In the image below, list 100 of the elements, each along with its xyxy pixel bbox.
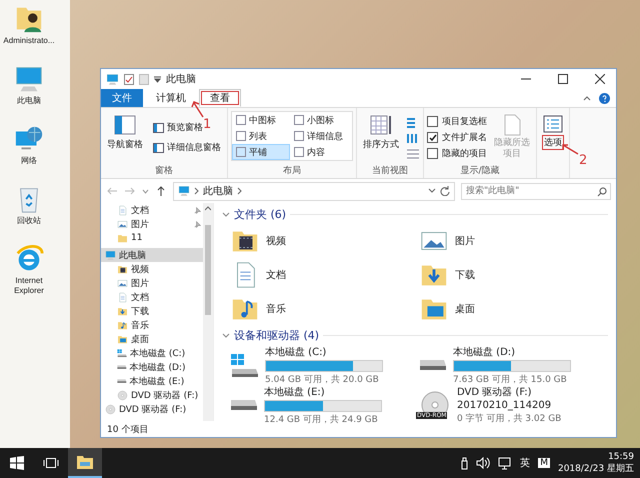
drive-name[interactable]: 本地磁盘 (C:) <box>265 344 383 358</box>
up-arrow-icon[interactable] <box>155 185 167 197</box>
pane-icon <box>153 142 164 152</box>
volume-label: 20170210_114209 <box>457 400 552 411</box>
free-space-text: 7.63 GB 可用，共 15.0 GB <box>453 374 568 386</box>
chevron-icon[interactable] <box>222 210 230 218</box>
desktop-icon-label[interactable]: 回收站 <box>17 216 41 226</box>
help-icon[interactable] <box>599 92 610 104</box>
refresh-icon[interactable] <box>440 186 450 196</box>
drive-name[interactable]: 本地磁盘 (D:) <box>453 344 571 358</box>
navigation-pane-button[interactable]: 导航窗格 <box>104 111 146 164</box>
chevron-icon[interactable] <box>222 332 230 340</box>
layout-option[interactable]: 平铺 <box>232 144 290 160</box>
desktop-icon-label[interactable]: Internet Explorer <box>0 276 58 296</box>
page-icon <box>503 114 521 136</box>
folder-label[interactable]: 下载 <box>455 268 475 282</box>
nav-item[interactable]: 图片 <box>101 217 203 231</box>
sort-button[interactable]: 排序方式 <box>360 111 402 164</box>
drive-name[interactable]: DVD 驱动器 (F:) <box>457 385 562 399</box>
drive-name[interactable]: 本地磁盘 (E:) <box>264 384 382 398</box>
checkbox[interactable]: 隐藏的项目 <box>427 147 487 160</box>
nav-item[interactable]: DVD 驱动器 (F:) <box>101 388 203 402</box>
checkbox[interactable]: 文件扩展名 <box>427 131 487 144</box>
scrollbar[interactable] <box>203 203 213 421</box>
fit-columns-icon <box>406 146 420 158</box>
nav-item[interactable]: DVD 驱动器 (F:) <box>101 402 203 416</box>
ribbon-tab[interactable]: 文件 <box>101 89 143 107</box>
options-button[interactable]: 选项 <box>540 111 566 178</box>
layout-option[interactable]: 小图标 <box>290 112 352 128</box>
annotation-arrow <box>561 143 579 155</box>
network-monitor-icon[interactable] <box>498 456 512 470</box>
folder-icon <box>117 232 128 244</box>
checkbox-box[interactable] <box>427 116 438 127</box>
windows-start-icon <box>10 456 24 470</box>
annotation-number: 1 <box>203 117 212 132</box>
clock[interactable]: 15:59 2018/2/23 星期五 <box>558 451 634 475</box>
ribbon-tab[interactable]: 计算机 <box>145 89 197 107</box>
search-field[interactable]: 搜索"此电脑" <box>461 182 611 200</box>
nav-item[interactable]: 本地磁盘 (C:) <box>101 346 203 360</box>
pane-icon <box>114 114 136 136</box>
checkbox-box[interactable] <box>427 148 438 159</box>
group-label: 布局 <box>282 164 302 178</box>
add-columns-icon <box>406 132 420 144</box>
computer-icon <box>106 72 119 86</box>
nav-item[interactable]: 视频 <box>101 262 203 276</box>
nav-item[interactable]: 11 <box>101 231 203 245</box>
nav-item[interactable]: 本地磁盘 (D:) <box>101 360 203 374</box>
sort-grid-icon <box>370 114 392 136</box>
folder-label[interactable]: 图片 <box>455 234 475 248</box>
ribbon-tab[interactable]: 查看 <box>199 89 241 107</box>
input-mode-indicator[interactable]: M <box>538 458 550 468</box>
nav-item[interactable]: 音乐 <box>101 318 203 332</box>
video-folder-icon <box>117 264 128 274</box>
collapse-ribbon-icon[interactable] <box>583 95 591 101</box>
taskbar-button[interactable] <box>68 448 102 478</box>
windows-drive-icon <box>230 352 259 378</box>
annotation-arrow <box>191 100 205 118</box>
scroll-up-icon[interactable] <box>205 206 211 211</box>
dropdown-chevron-icon[interactable] <box>428 188 436 194</box>
desktop-icon-label[interactable]: 网络 <box>21 156 37 166</box>
nav-item[interactable]: 图片 <box>101 276 203 290</box>
nav-item[interactable]: 文档 <box>101 290 203 304</box>
folder-label[interactable]: 文档 <box>266 268 286 282</box>
layout-option[interactable]: 详细信息 <box>290 128 352 144</box>
nav-item[interactable]: 文档 <box>101 203 203 217</box>
picture-icon <box>117 218 128 230</box>
nav-item[interactable]: 本地磁盘 (E:) <box>101 374 203 388</box>
folder-icon <box>77 455 93 469</box>
section-header[interactable]: 文件夹 (6) <box>234 207 286 222</box>
nav-item[interactable]: 此电脑 <box>101 248 203 262</box>
desktop-icon-label[interactable]: 此电脑 <box>17 96 41 106</box>
free-space-text: 12.4 GB 可用，共 24.9 GB <box>264 414 379 426</box>
folder-label[interactable]: 音乐 <box>266 302 286 316</box>
input-language-indicator[interactable]: 英 <box>520 456 530 470</box>
task-view-icon <box>43 457 59 469</box>
usb-icon[interactable] <box>461 456 468 470</box>
folder-label[interactable]: 视频 <box>266 234 286 248</box>
layout-option[interactable]: 中图标 <box>232 112 290 128</box>
maximize-icon[interactable] <box>558 74 568 84</box>
speaker-icon[interactable] <box>476 457 490 469</box>
breadcrumb-chevron-icon <box>237 187 242 195</box>
nav-item[interactable]: 下载 <box>101 304 203 318</box>
address-bar[interactable]: 此电脑 <box>173 182 455 200</box>
hard-drive-icon <box>419 359 447 371</box>
section-header[interactable]: 设备和驱动器 (4) <box>234 328 320 343</box>
desktop-icon-label[interactable]: Administrato... <box>3 36 55 46</box>
breadcrumb-item[interactable]: 此电脑 <box>203 184 233 198</box>
checkbox[interactable]: 项目复选框 <box>427 115 487 128</box>
music-folder-icon <box>117 320 128 330</box>
pane-button[interactable]: 详细信息窗格 <box>150 139 224 156</box>
nav-item[interactable]: 桌面 <box>101 332 203 346</box>
close-icon[interactable] <box>595 74 605 84</box>
folder-label[interactable]: 桌面 <box>455 302 475 316</box>
checkbox-box[interactable] <box>427 132 438 143</box>
free-space-text: 0 字节 可用，共 3.02 GB <box>457 412 562 425</box>
layout-option[interactable]: 列表 <box>232 128 290 144</box>
layout-option[interactable]: 内容 <box>290 144 352 160</box>
picture-icon <box>117 278 128 288</box>
document-icon <box>117 204 128 216</box>
minimize-icon[interactable] <box>521 78 531 80</box>
